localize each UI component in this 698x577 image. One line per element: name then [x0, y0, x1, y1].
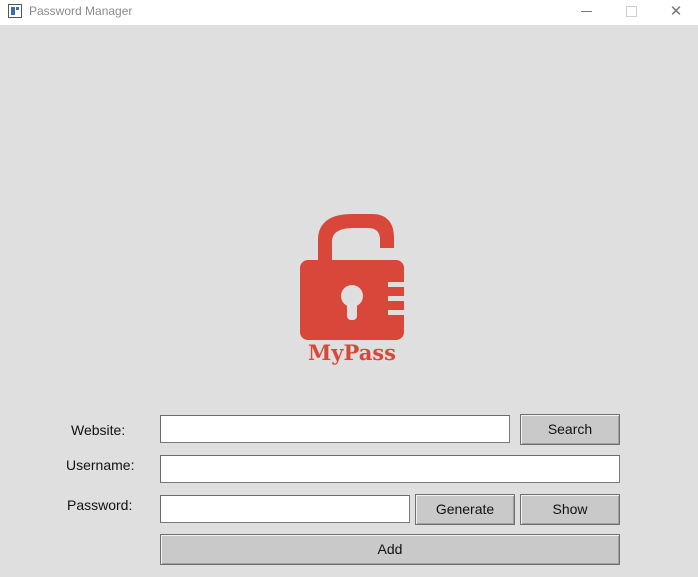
- website-label: Website:: [71, 422, 126, 438]
- username-input[interactable]: [160, 455, 620, 483]
- password-label: Password:: [67, 497, 133, 513]
- window-title: Password Manager: [29, 4, 133, 18]
- show-button[interactable]: Show: [520, 494, 620, 525]
- logo-text: MyPass: [308, 340, 396, 365]
- password-input[interactable]: [160, 495, 410, 523]
- add-button[interactable]: Add: [160, 534, 620, 565]
- close-icon[interactable]: ✕: [653, 0, 698, 22]
- username-label: Username:: [66, 457, 135, 473]
- search-button[interactable]: Search: [520, 414, 620, 445]
- website-input[interactable]: [160, 415, 510, 443]
- minimize-icon[interactable]: [563, 0, 609, 22]
- title-bar: Password Manager ✕: [0, 0, 698, 25]
- app-window-icon: [8, 4, 22, 18]
- maximize-icon[interactable]: [608, 0, 654, 22]
- app-window: Password Manager ✕ MyPass Website: Searc…: [0, 0, 698, 577]
- generate-button[interactable]: Generate: [415, 494, 515, 525]
